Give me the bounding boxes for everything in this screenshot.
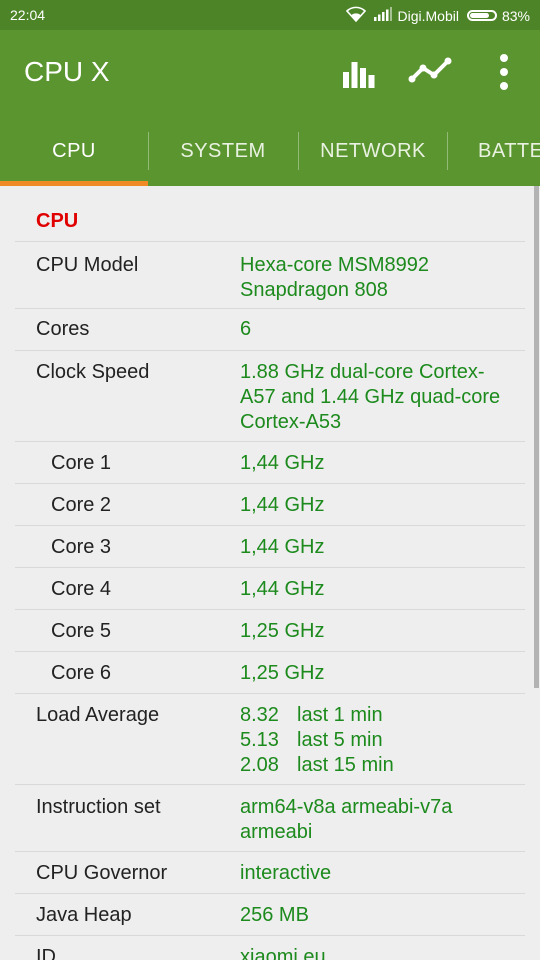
row-value: 1.88 GHz dual-core Cortex-A57 and 1.44 G… <box>240 361 501 433</box>
info-row-instruction-set: Instruction set arm64-v8a armeabi-v7a ar… <box>15 784 525 851</box>
row-label: CPU Model <box>36 254 139 276</box>
section-title: CPU <box>36 210 79 232</box>
line-chart-icon[interactable] <box>408 48 454 94</box>
row-value: 256 MB <box>240 904 309 926</box>
row-label: CPU Governor <box>36 862 168 884</box>
bar-chart-icon[interactable] <box>337 48 383 94</box>
info-row-clock-speed: Clock Speed 1.88 GHz dual-core Cortex-A5… <box>15 350 525 441</box>
battery-icon <box>466 10 497 21</box>
load-value: 8.32 <box>240 704 279 726</box>
row-label: Clock Speed <box>36 361 150 383</box>
info-row-id: ID xiaomi.eu <box>15 935 525 960</box>
row-value: 1,44 GHz <box>240 578 325 600</box>
battery-percent: 83% <box>501 7 530 24</box>
info-row-core-4: Core 4 1,44 GHz <box>15 567 525 609</box>
cpu-info-card: CPU CPU Model Hexa-core MSM8992 Snapdrag… <box>15 202 525 960</box>
row-value: 1,44 GHz <box>240 452 325 474</box>
app-title: CPU X <box>24 56 110 87</box>
info-row-core-1: Core 1 1,44 GHz <box>15 441 525 483</box>
info-row-core-5: Core 5 1,25 GHz <box>15 609 525 651</box>
info-row-load-average: Load Average 8.32 last 1 min 5.13 last 5 m… <box>15 693 525 784</box>
load-line-1min: 8.32 last 1 min <box>240 703 502 728</box>
info-row-cores: Cores 6 <box>15 308 525 350</box>
row-value: 1,44 GHz <box>240 536 325 558</box>
carrier-name: Digi.Mobil <box>397 7 459 24</box>
wifi-icon <box>345 6 366 25</box>
load-period: last 1 min <box>297 704 383 726</box>
info-row-cpu-governor: CPU Governor interactive <box>15 851 525 893</box>
row-value: xiaomi.eu <box>240 946 326 960</box>
signal-icon <box>373 7 392 24</box>
row-label: Core 1 <box>51 452 112 474</box>
scrollbar[interactable] <box>534 186 539 688</box>
row-value: arm64-v8a armeabi-v7a armeabi <box>240 796 453 843</box>
load-value: 2.08 <box>240 754 279 776</box>
row-label: Instruction set <box>36 796 161 818</box>
row-value: interactive <box>240 862 332 884</box>
load-value: 5.13 <box>240 729 279 751</box>
row-label: Core 4 <box>51 578 112 600</box>
info-row-core-2: Core 2 1,44 GHz <box>15 483 525 525</box>
app-bar: CPU X <box>0 30 540 116</box>
load-period: last 5 min <box>297 729 383 751</box>
tab-system[interactable]: SYSTEM <box>149 116 297 186</box>
row-label: Core 5 <box>51 620 112 642</box>
row-value: Hexa-core MSM8992 Snapdragon 808 <box>240 254 429 301</box>
row-label: Load Average <box>36 704 160 726</box>
info-row-cpu-model: CPU Model Hexa-core MSM8992 Snapdragon 8… <box>15 241 525 308</box>
status-indicators: Digi.Mobil 83% <box>345 6 530 25</box>
tab-network[interactable]: NETWORK <box>299 116 447 186</box>
row-label: Core 2 <box>51 494 112 516</box>
info-row-core-3: Core 3 1,44 GHz <box>15 525 525 567</box>
row-value: 1,25 GHz <box>240 620 325 642</box>
info-row-java-heap: Java Heap 256 MB <box>15 893 525 935</box>
tab-cpu[interactable]: CPU <box>0 116 148 186</box>
row-label: Cores <box>36 318 90 340</box>
tab-bar: CPU SYSTEM NETWORK BATTE <box>0 116 540 186</box>
row-label: Core 3 <box>51 536 112 558</box>
row-label: Core 6 <box>51 662 112 684</box>
info-row-core-6: Core 6 1,25 GHz <box>15 651 525 693</box>
row-value: 6 <box>240 318 252 340</box>
row-label: Java Heap <box>36 904 132 926</box>
row-label: ID <box>36 946 56 960</box>
load-line-5min: 5.13 last 5 min <box>240 728 502 753</box>
tab-battery[interactable]: BATTE <box>448 116 540 186</box>
content-scroll[interactable]: CPU CPU Model Hexa-core MSM8992 Snapdrag… <box>0 186 540 960</box>
load-average-values: 8.32 last 1 min 5.13 last 5 min 2.08 last 1… <box>240 703 510 784</box>
row-value: 1,44 GHz <box>240 494 325 516</box>
row-value: 1,25 GHz <box>240 662 325 684</box>
load-line-15min: 2.08 last 15 min <box>240 753 502 778</box>
load-period: last 15 min <box>297 754 394 776</box>
more-vert-icon[interactable] <box>481 48 527 94</box>
status-bar: 22:04 Digi.Mobil 83% <box>0 0 540 30</box>
status-time: 22:04 <box>10 7 46 23</box>
